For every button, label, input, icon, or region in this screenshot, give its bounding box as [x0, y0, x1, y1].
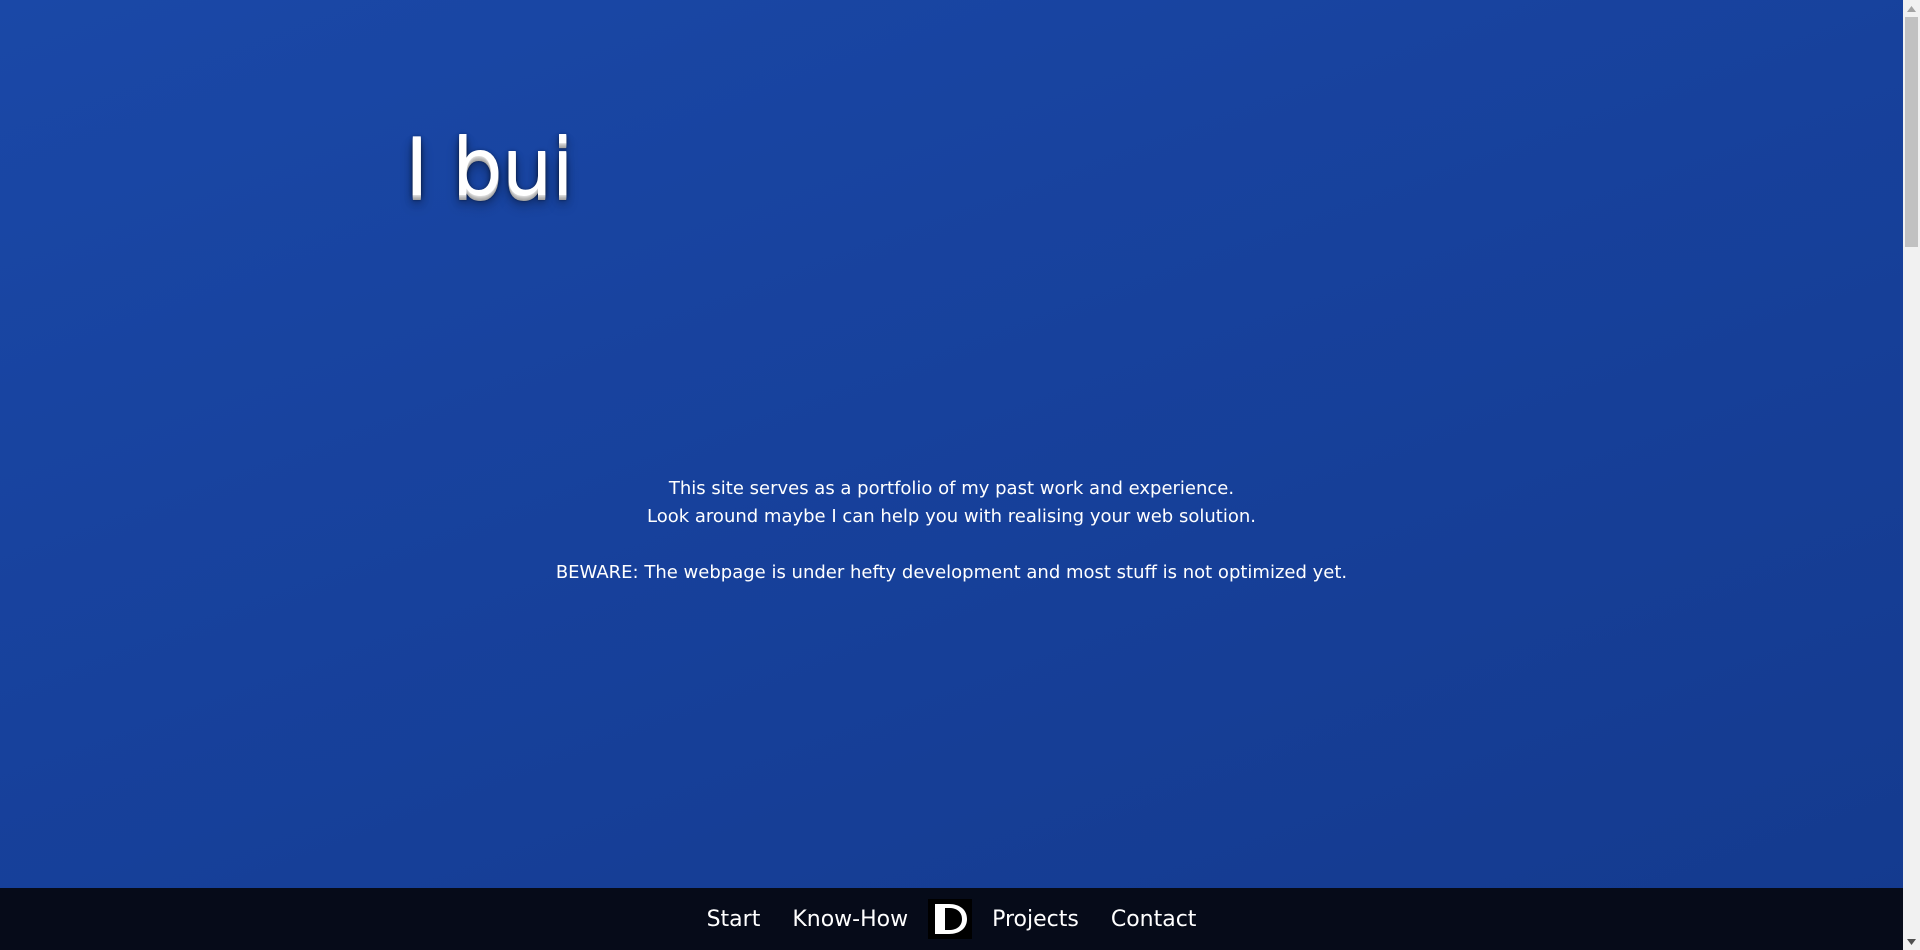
nav-link-start[interactable]: Start: [691, 907, 777, 932]
nav-link-know-how[interactable]: Know-How: [776, 907, 924, 932]
vertical-scrollbar[interactable]: [1903, 0, 1920, 950]
intro-warning: BEWARE: The webpage is under hefty devel…: [555, 562, 1348, 583]
intro-line-2: Look around maybe I can help you with re…: [647, 506, 1256, 527]
nav-link-contact[interactable]: Contact: [1095, 907, 1213, 932]
scroll-up-arrow-icon[interactable]: [1903, 0, 1920, 17]
d-monogram-logo-icon[interactable]: [928, 899, 973, 939]
intro-line-1: This site serves as a portfolio of my pa…: [668, 478, 1235, 499]
scrollbar-thumb[interactable]: [1905, 17, 1918, 247]
hero-title: I bui: [405, 121, 574, 214]
footer-nav: Start Know-How Projects Contact: [0, 888, 1903, 950]
intro-text: This site serves as a portfolio of my pa…: [0, 475, 1903, 587]
intro-spacer: [0, 531, 1903, 559]
nav-link-projects[interactable]: Projects: [976, 907, 1095, 932]
scroll-down-arrow-icon[interactable]: [1903, 933, 1920, 950]
page: I bui This site serves as a portfolio of…: [0, 0, 1903, 950]
